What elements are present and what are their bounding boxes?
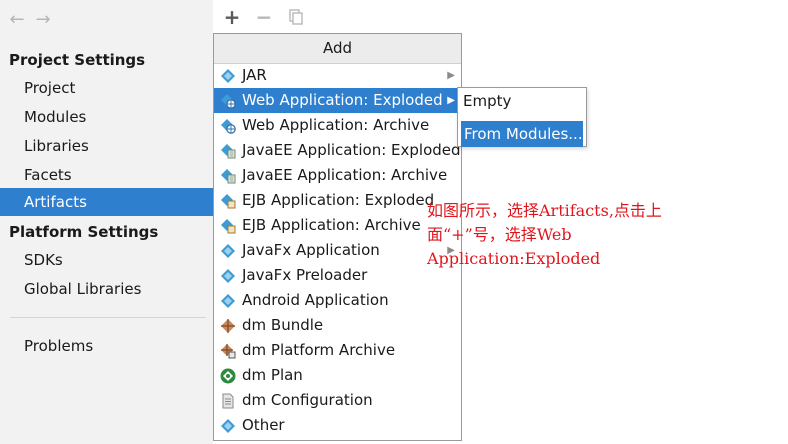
menu-item-label: JavaFx Application	[242, 241, 380, 259]
forward-arrow-icon[interactable]: →	[32, 8, 54, 32]
back-arrow-icon[interactable]: ←	[6, 8, 28, 32]
javafx-icon	[221, 269, 235, 283]
android-icon	[221, 294, 235, 308]
section-header-platform-settings: Platform Settings	[9, 223, 159, 241]
menu-item-jar[interactable]: JAR ▶	[214, 63, 461, 88]
menu-item-label: dm Plan	[242, 366, 303, 384]
sidebar-item-sdks[interactable]: SDKs	[0, 246, 213, 274]
menu-item-dm-platform-archive[interactable]: dm Platform Archive	[214, 338, 461, 363]
menu-item-android-application[interactable]: Android Application	[214, 288, 461, 313]
ejb-icon	[221, 219, 236, 234]
add-artifact-menu: Add JAR ▶ Web Application: Exploded ▶ We…	[213, 33, 462, 441]
menu-item-label: EJB Application: Archive	[242, 216, 421, 234]
menu-item-dm-bundle[interactable]: dm Bundle	[214, 313, 461, 338]
menu-item-label: EJB Application: Exploded	[242, 191, 435, 209]
dm-bundle-icon	[221, 319, 235, 333]
menu-item-label: JavaFx Preloader	[242, 266, 368, 284]
sidebar-item-modules[interactable]: Modules	[0, 103, 213, 131]
javaee-icon	[221, 169, 236, 184]
menu-item-web-application-exploded[interactable]: Web Application: Exploded ▶	[214, 88, 461, 113]
annotation-line-2: 面“+”号，选择Web	[427, 225, 572, 244]
jar-icon	[221, 69, 235, 83]
sidebar-item-project[interactable]: Project	[0, 74, 213, 102]
menu-item-ejb-application-exploded[interactable]: EJB Application: Exploded	[214, 188, 461, 213]
sidebar-divider	[10, 317, 206, 318]
nav-arrows: ← →	[6, 8, 54, 32]
submenu-item-from-modules[interactable]: From Modules...	[461, 121, 583, 147]
dm-archive-icon	[221, 344, 236, 359]
annotation-line-3: Application:Exploded	[427, 249, 601, 268]
web-app-icon	[221, 94, 236, 109]
menu-item-other[interactable]: Other	[214, 413, 461, 438]
submenu-item-empty[interactable]: Empty	[458, 88, 586, 114]
sidebar-item-problems[interactable]: Problems	[0, 332, 213, 360]
menu-item-label: Web Application: Archive	[242, 116, 430, 134]
sidebar-item-facets[interactable]: Facets	[0, 161, 213, 189]
menu-item-dm-plan[interactable]: dm Plan	[214, 363, 461, 388]
menu-item-label: Web Application: Exploded	[242, 91, 443, 109]
menu-header: Add	[214, 34, 461, 64]
menu-item-web-application-archive[interactable]: Web Application: Archive	[214, 113, 461, 138]
other-icon	[221, 419, 235, 433]
menu-item-javafx-preloader[interactable]: JavaFx Preloader	[214, 263, 461, 288]
annotation-text: 如图所示，选择Artifacts,点击上 面“+”号，选择Web Applica…	[427, 199, 727, 271]
section-header-project-settings: Project Settings	[9, 51, 146, 69]
menu-item-label: Android Application	[242, 291, 389, 309]
menu-list: JAR ▶ Web Application: Exploded ▶ Web Ap…	[214, 63, 461, 438]
remove-button[interactable]: −	[253, 5, 275, 29]
annotation-line-1: 如图所示，选择Artifacts,点击上	[427, 201, 662, 220]
menu-item-label: Other	[242, 416, 285, 434]
menu-item-javaee-application-exploded[interactable]: JavaEE Application: Exploded	[214, 138, 461, 163]
menu-item-javafx-application[interactable]: JavaFx Application ▶	[214, 238, 461, 263]
dm-plan-icon	[220, 368, 236, 384]
copy-button[interactable]	[285, 6, 307, 28]
javafx-icon	[221, 244, 235, 258]
submenu-arrow-icon: ▶	[447, 70, 455, 81]
menu-item-label: dm Bundle	[242, 316, 324, 334]
menu-item-javaee-application-archive[interactable]: JavaEE Application: Archive	[214, 163, 461, 188]
minus-icon: −	[255, 5, 273, 29]
sidebar-item-global-libraries[interactable]: Global Libraries	[0, 275, 213, 303]
settings-sidebar: ← → Project Settings Project Modules Lib…	[0, 0, 213, 444]
menu-item-label: JAR	[242, 66, 267, 84]
web-application-exploded-submenu: Empty From Modules...	[457, 87, 587, 147]
menu-item-label: dm Platform Archive	[242, 341, 396, 359]
add-button[interactable]: +	[221, 5, 243, 29]
sidebar-item-libraries[interactable]: Libraries	[0, 132, 213, 160]
menu-item-ejb-application-archive[interactable]: EJB Application: Archive	[214, 213, 461, 238]
menu-item-label: JavaEE Application: Archive	[242, 166, 448, 184]
web-app-icon	[221, 119, 236, 134]
submenu-separator	[458, 117, 586, 118]
sidebar-item-artifacts[interactable]: Artifacts	[0, 188, 213, 216]
menu-item-label: dm Configuration	[242, 391, 373, 409]
menu-item-dm-configuration[interactable]: dm Configuration	[214, 388, 461, 413]
artifacts-toolbar: + −	[213, 0, 463, 33]
ejb-icon	[221, 194, 236, 209]
submenu-arrow-icon: ▶	[447, 95, 455, 106]
file-icon	[222, 393, 234, 409]
copy-icon	[289, 9, 303, 25]
plus-icon: +	[223, 5, 241, 29]
javaee-icon	[221, 144, 236, 159]
menu-item-label: JavaEE Application: Exploded	[242, 141, 461, 159]
